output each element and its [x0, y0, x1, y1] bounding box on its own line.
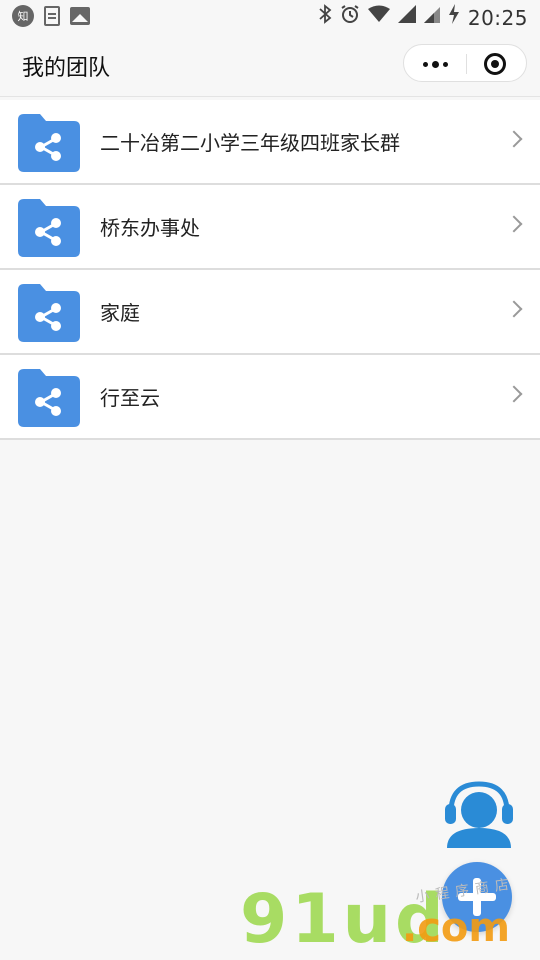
shared-folder-icon: [18, 369, 80, 427]
signal-icon: [423, 5, 440, 30]
more-button[interactable]: [404, 45, 466, 83]
chevron-right-icon: [505, 385, 523, 403]
close-button[interactable]: [464, 45, 526, 83]
more-dots-icon: [442, 61, 448, 67]
image-icon: [70, 7, 90, 25]
chevron-right-icon: [505, 300, 523, 318]
shared-folder-icon: [18, 284, 80, 342]
status-bar: 知 20:25: [0, 0, 540, 32]
signal-icon: [397, 5, 416, 30]
team-name: 二十冶第二小学三年级四班家长群: [100, 131, 400, 155]
chevron-right-icon: [505, 215, 523, 233]
status-left-icons: 知: [12, 5, 90, 27]
watermark-main: 91ud: [240, 880, 448, 959]
zhihu-app-icon: 知: [12, 5, 34, 27]
team-name: 家庭: [100, 301, 140, 325]
shared-folder-icon: [18, 199, 80, 257]
team-list-item[interactable]: 二十冶第二小学三年级四班家长群: [0, 100, 540, 185]
mini-program-capsule: [403, 44, 527, 82]
team-list: 二十冶第二小学三年级四班家长群 桥东办事处 家庭 行至云: [0, 100, 540, 440]
navigation-bar: 我的团队: [0, 32, 540, 97]
status-right-icons: 20:25: [318, 4, 528, 31]
target-close-icon-dot: [491, 60, 499, 68]
more-dots-icon: [422, 61, 428, 67]
status-time: 20:25: [467, 5, 528, 30]
document-icon: [44, 6, 60, 26]
page-title: 我的团队: [22, 56, 111, 81]
team-list-item[interactable]: 家庭: [0, 270, 540, 355]
team-list-item[interactable]: 行至云: [0, 355, 540, 440]
battery-charging-icon: [448, 4, 460, 31]
team-list-item[interactable]: 桥东办事处: [0, 185, 540, 270]
target-close-icon: [484, 53, 506, 75]
wifi-icon: [367, 5, 390, 30]
alarm-icon: [340, 4, 360, 31]
customer-service-headset-icon[interactable]: [443, 778, 515, 848]
chevron-right-icon: [505, 130, 523, 148]
bluetooth-icon: [318, 4, 332, 31]
more-dots-icon: [431, 60, 439, 68]
team-name: 桥东办事处: [100, 216, 200, 240]
add-button[interactable]: [442, 862, 512, 932]
shared-folder-icon: [18, 114, 80, 172]
team-name: 行至云: [100, 386, 160, 410]
